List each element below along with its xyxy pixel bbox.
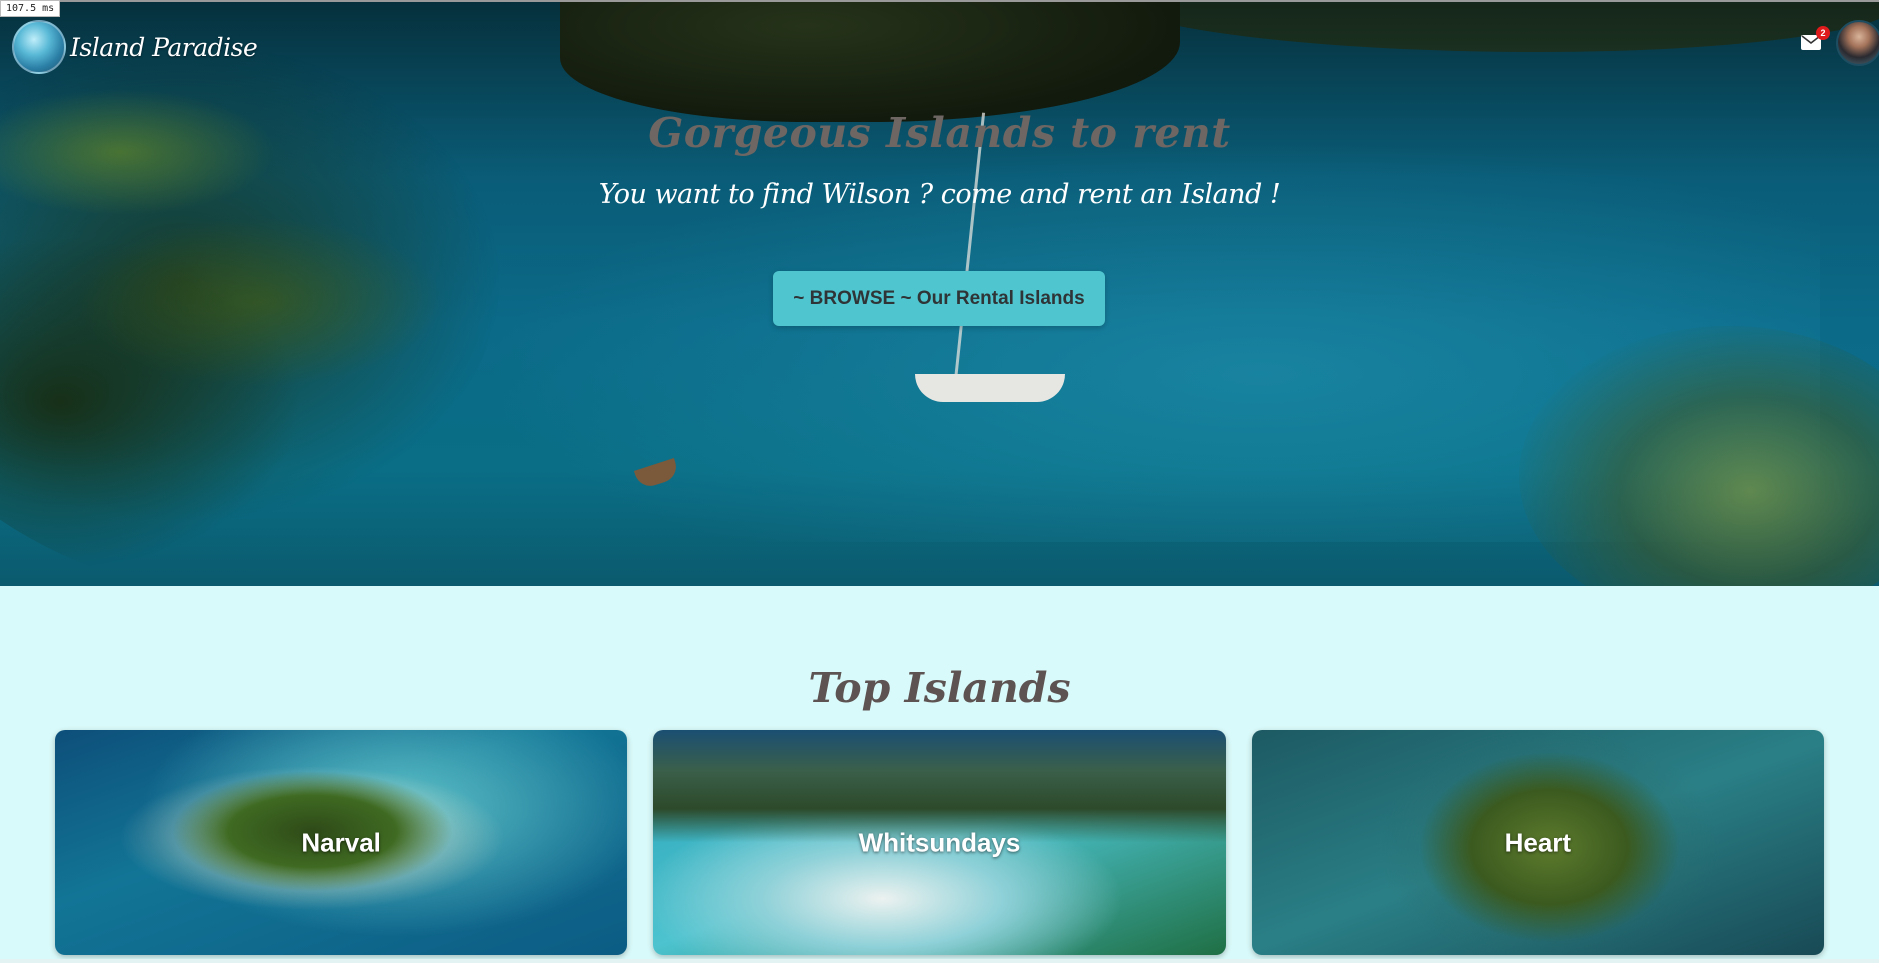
island-card-label: Narval — [301, 827, 381, 857]
hero-title: Gorgeous Islands to rent — [648, 109, 1231, 157]
background-hill-far — [1100, 2, 1879, 52]
hero-subtitle: You want to find Wilson ? come and rent … — [598, 179, 1281, 210]
render-time-badge: 107.5 ms — [0, 0, 61, 17]
user-avatar[interactable] — [1836, 20, 1879, 66]
bottom-border — [0, 959, 1879, 963]
island-card-whitsundays[interactable]: Whitsundays — [653, 730, 1226, 955]
sailboat-hull — [915, 374, 1065, 402]
island-card-heart[interactable]: Heart — [1251, 730, 1824, 955]
brand-name: Island Paradise — [70, 32, 258, 62]
island-card-label: Heart — [1504, 827, 1572, 857]
hero-banner: Island Paradise 2 Gorgeous Islands to re… — [0, 2, 1879, 586]
top-border — [0, 0, 1879, 2]
island-card-label: Whitsundays — [858, 827, 1021, 857]
island-logo-icon — [12, 20, 66, 74]
brand-logo-link[interactable]: Island Paradise — [12, 20, 258, 74]
browse-islands-button[interactable]: ~ BROWSE ~ Our Rental Islands — [773, 271, 1105, 326]
mail-count-badge: 2 — [1816, 26, 1830, 40]
mail-icon[interactable]: 2 — [1800, 26, 1830, 52]
top-islands-title: Top Islands — [808, 664, 1071, 712]
island-card-narval[interactable]: Narval — [55, 730, 628, 955]
top-islands-cards: Narval Whitsundays Heart — [55, 730, 1824, 955]
